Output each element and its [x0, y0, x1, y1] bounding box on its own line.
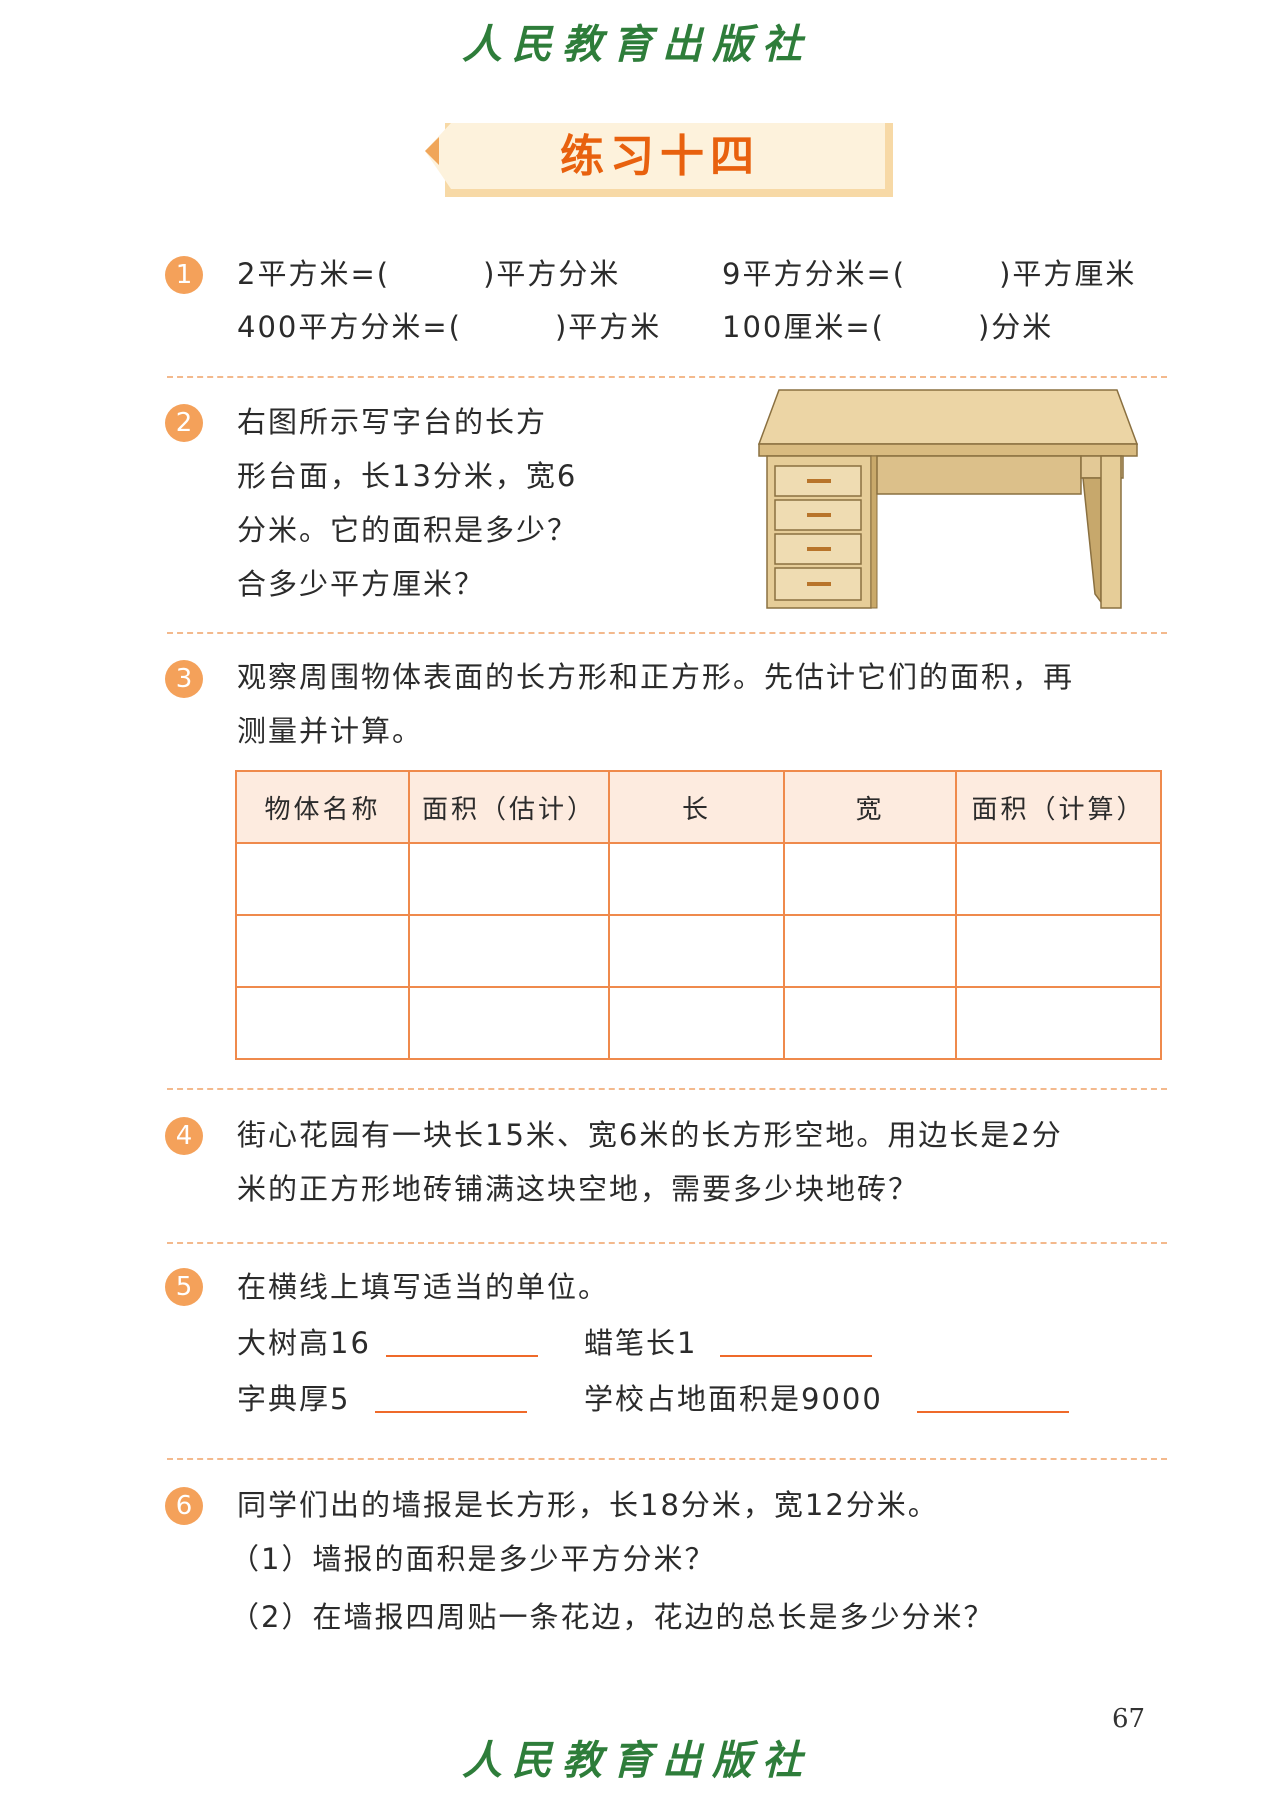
p1-line2-right: 100厘米=( )分米 [722, 310, 1054, 344]
table-cell[interactable] [235, 914, 410, 988]
p6-line1: 同学们出的墙报是长方形，长18分米，宽12分米。 [237, 1488, 939, 1522]
p2-line2: 形台面，长13分米，宽6 [237, 459, 578, 493]
table-header: 面积（估计） [408, 770, 610, 844]
table-cell[interactable] [408, 842, 610, 916]
p4-line2: 米的正方形地砖铺满这块空地，需要多少块地砖？ [237, 1172, 920, 1206]
table-row [235, 986, 1162, 1060]
table-cell[interactable] [408, 986, 610, 1060]
answer-blank[interactable] [720, 1355, 872, 1357]
separator [167, 376, 1167, 378]
separator [167, 632, 1167, 634]
separator [167, 1458, 1167, 1460]
table-header: 物体名称 [235, 770, 410, 844]
p5-fill-crayon: 蜡笔长1 [584, 1326, 698, 1360]
table-cell[interactable] [235, 842, 410, 916]
table-cell[interactable] [783, 914, 957, 988]
p5-fill-tree: 大树高16 [237, 1326, 371, 1360]
title-banner: 练习十四 [425, 117, 895, 197]
problem-number-6: 6 [165, 1487, 203, 1525]
separator [167, 1242, 1167, 1244]
problem-number-2: 2 [165, 404, 203, 442]
separator [167, 1088, 1167, 1090]
table-row [235, 914, 1162, 988]
table-header: 长 [608, 770, 785, 844]
problem-number-1: 1 [165, 256, 203, 294]
p6-question2: （2）在墙报四周贴一条花边，花边的总长是多少分米？ [230, 1600, 995, 1634]
p6-question1: （1）墙报的面积是多少平方分米？ [230, 1542, 716, 1576]
table-cell[interactable] [608, 986, 785, 1060]
desk-illustration [757, 389, 1139, 609]
problem-number-4: 4 [165, 1117, 203, 1155]
table-cell[interactable] [783, 986, 957, 1060]
p5-fill-dictionary: 字典厚5 [237, 1382, 351, 1416]
answer-blank[interactable] [917, 1411, 1069, 1413]
table-cell[interactable] [235, 986, 410, 1060]
publisher-footer: 人民教育出版社 [462, 1737, 812, 1784]
publisher-header: 人民教育出版社 [462, 21, 812, 68]
p4-line1: 街心花园有一块长15米、宽6米的长方形空地。用边长是2分 [237, 1118, 1063, 1152]
problem-number-3: 3 [165, 660, 203, 698]
p2-line1: 右图所示写字台的长方 [237, 405, 548, 439]
table-header-row: 物体名称 面积（估计） 长 宽 面积（计算） [235, 770, 1162, 844]
p3-line2: 测量并计算。 [237, 714, 424, 748]
table-cell[interactable] [408, 914, 610, 988]
p3-line1: 观察周围物体表面的长方形和正方形。先估计它们的面积，再 [237, 660, 1075, 694]
problem-number-5: 5 [165, 1268, 203, 1306]
p1-line1-left: 2平方米=( )平方分米 [237, 257, 621, 291]
table-cell[interactable] [783, 842, 957, 916]
answer-blank[interactable] [386, 1355, 538, 1357]
p2-line3: 分米。它的面积是多少？ [237, 513, 579, 547]
table-cell[interactable] [608, 914, 785, 988]
table-cell[interactable] [955, 842, 1162, 916]
p2-line4: 合多少平方厘米？ [237, 567, 486, 601]
p1-line1-right: 9平方分米=( )平方厘米 [722, 257, 1137, 291]
answer-blank[interactable] [375, 1411, 527, 1413]
table-header: 宽 [783, 770, 957, 844]
p5-fill-school: 学校占地面积是9000 [584, 1382, 883, 1416]
observation-table: 物体名称 面积（估计） 长 宽 面积（计算） [235, 770, 1162, 1060]
page-title: 练习十四 [560, 131, 760, 182]
table-cell[interactable] [608, 842, 785, 916]
p5-instruction: 在横线上填写适当的单位。 [237, 1270, 610, 1304]
table-cell[interactable] [955, 986, 1162, 1060]
table-row [235, 842, 1162, 916]
table-header: 面积（计算） [955, 770, 1162, 844]
p1-line2-left: 400平方分米=( )平方米 [237, 310, 662, 344]
table-cell[interactable] [955, 914, 1162, 988]
